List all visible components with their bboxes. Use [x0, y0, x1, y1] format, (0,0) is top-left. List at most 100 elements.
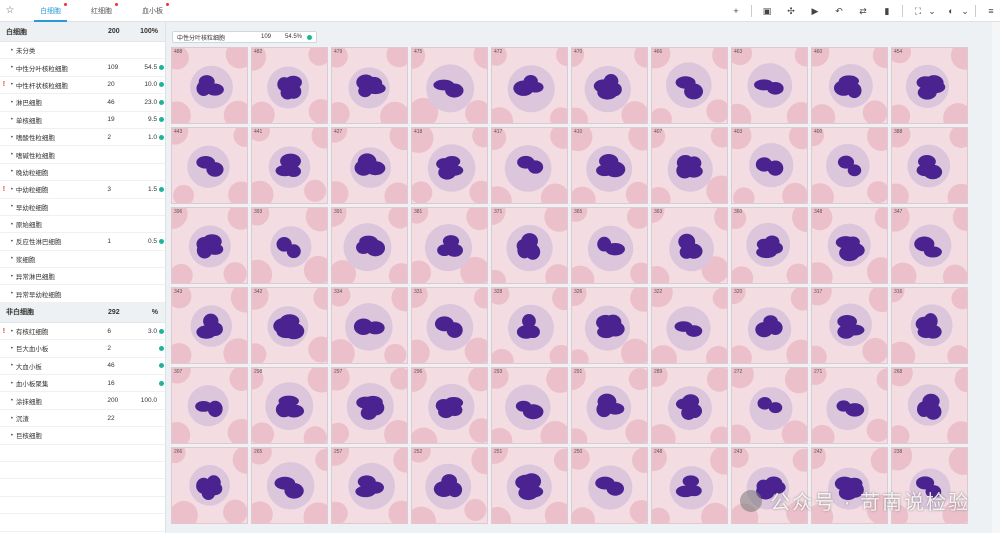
scrollbar[interactable]	[992, 22, 1000, 533]
category-row[interactable]: ! • 中幼粒细胞 3 1.5	[0, 181, 165, 199]
category-row[interactable]: • 中性分叶核粒细胞 109 54.5	[0, 59, 165, 77]
category-row[interactable]: • 异常淋巴细胞	[0, 268, 165, 286]
cell-thumbnail[interactable]: 296	[411, 367, 488, 444]
cell-thumbnail[interactable]: 400	[811, 127, 888, 204]
tab-1[interactable]: 红细胞	[83, 0, 120, 22]
category-row[interactable]: • 早幼粒细胞	[0, 199, 165, 216]
cell-thumbnail[interactable]: 322	[651, 287, 728, 364]
category-row[interactable]: • 嗜碱性粒细胞	[0, 146, 165, 164]
selected-category-chip[interactable]: 中性分叶核粒细胞 109 54.5%	[172, 31, 317, 43]
category-row[interactable]: • 原始细胞	[0, 216, 165, 234]
category-row[interactable]: • 浆细胞	[0, 251, 165, 269]
category-row[interactable]: • 晚幼粒细胞	[0, 164, 165, 182]
cell-thumbnail[interactable]: 417	[491, 127, 568, 204]
cell-thumbnail[interactable]: 265	[251, 447, 328, 524]
cell-thumbnail[interactable]: 266	[171, 447, 248, 524]
cell-thumbnail[interactable]: 441	[251, 127, 328, 204]
cell-thumbnail[interactable]: 460	[811, 47, 888, 124]
adjust-icon[interactable]: ✣	[782, 4, 800, 18]
cell-thumbnail[interactable]: 289	[651, 367, 728, 444]
cell-thumbnail[interactable]: 248	[651, 447, 728, 524]
cell-thumbnail[interactable]: 475	[411, 47, 488, 124]
cell-thumbnail[interactable]: 251	[491, 447, 568, 524]
cell-thumbnail[interactable]: 365	[571, 207, 648, 284]
cell-thumbnail[interactable]: 293	[491, 367, 568, 444]
category-row[interactable]: • 血小板聚集 16	[0, 375, 165, 393]
save-icon[interactable]: ▣	[758, 4, 776, 18]
cell-thumbnail[interactable]: 410	[571, 127, 648, 204]
cell-thumbnail[interactable]: 393	[251, 207, 328, 284]
cell-thumbnail[interactable]: 427	[331, 127, 408, 204]
cell-thumbnail[interactable]: 347	[891, 207, 968, 284]
cell-thumbnail[interactable]: 272	[731, 367, 808, 444]
category-row[interactable]: • 巨大血小板 2	[0, 340, 165, 358]
category-row[interactable]: • 沉渣 22	[0, 410, 165, 428]
cell-thumbnail[interactable]: 250	[571, 447, 648, 524]
cell-thumbnail[interactable]: 463	[731, 47, 808, 124]
cell-thumbnail[interactable]: 388	[891, 127, 968, 204]
category-row[interactable]: • 淋巴细胞 46 23.0	[0, 94, 165, 112]
fit-icon[interactable]: ⛶	[909, 4, 927, 18]
cell-thumbnail[interactable]: 326	[571, 287, 648, 364]
cell-thumbnail[interactable]: 334	[331, 287, 408, 364]
cell-thumbnail[interactable]: 257	[331, 447, 408, 524]
cell-thumbnail[interactable]: 488	[171, 47, 248, 124]
tab-0[interactable]: 白细胞	[32, 0, 69, 22]
cell-thumbnail[interactable]: 418	[411, 127, 488, 204]
cell-thumbnail[interactable]: 403	[731, 127, 808, 204]
cell-thumbnail[interactable]: 360	[731, 207, 808, 284]
cell-thumbnail[interactable]: 482	[251, 47, 328, 124]
cell-thumbnail[interactable]: 343	[171, 287, 248, 364]
category-row[interactable]: ! • 有核红细胞 6 3.0	[0, 323, 165, 341]
cell-thumbnail[interactable]: 348	[811, 207, 888, 284]
cell-thumbnail[interactable]: 443	[171, 127, 248, 204]
cell-thumbnail[interactable]: 320	[731, 287, 808, 364]
category-row[interactable]: • 单核细胞 19 9.5	[0, 112, 165, 129]
star-icon[interactable]: ☆	[2, 5, 18, 16]
cell-thumbnail[interactable]: 470	[571, 47, 648, 124]
category-row[interactable]: • 未分类	[0, 42, 165, 60]
cell-thumbnail[interactable]: 328	[491, 287, 568, 364]
cell-thumbnail[interactable]: 268	[891, 367, 968, 444]
cell-thumbnail[interactable]: 381	[411, 207, 488, 284]
undo-icon[interactable]: ↶	[830, 4, 848, 18]
cell-thumbnail[interactable]: 454	[891, 47, 968, 124]
cell-thumbnail[interactable]: 466	[651, 47, 728, 124]
cell-image	[492, 368, 567, 443]
plus-icon[interactable]: +	[727, 4, 745, 18]
category-row[interactable]: • 嗜酸性粒细胞 2 1.0	[0, 129, 165, 147]
category-row[interactable]: • 大血小板 46	[0, 358, 165, 376]
category-row[interactable]: ! • 中性杆状核粒细胞 20 10.0	[0, 77, 165, 95]
cell-thumbnail[interactable]: 396	[171, 207, 248, 284]
cell-thumbnail[interactable]: 297	[331, 367, 408, 444]
transfer-icon[interactable]: ⇄	[854, 4, 872, 18]
cell-thumbnail[interactable]: 331	[411, 287, 488, 364]
cell-thumbnail[interactable]: 298	[251, 367, 328, 444]
category-row[interactable]: • 涂抹细胞 200 100.0	[0, 392, 165, 410]
cell-thumbnail[interactable]: 342	[251, 287, 328, 364]
bookmark-icon[interactable]: ▮	[878, 4, 896, 18]
video-icon[interactable]: ▶	[806, 4, 824, 18]
menu-icon[interactable]: ≡	[982, 4, 1000, 18]
category-count: 2	[107, 133, 111, 141]
chevron-down-icon[interactable]: ⌄	[961, 4, 969, 18]
category-row[interactable]: • 反应性淋巴细胞 1 0.5	[0, 233, 165, 251]
cell-thumbnail[interactable]: 271	[811, 367, 888, 444]
status-dot-wrap	[157, 82, 165, 88]
cell-thumbnail[interactable]: 291	[571, 367, 648, 444]
cell-thumbnail[interactable]: 472	[491, 47, 568, 124]
cell-thumbnail[interactable]: 363	[651, 207, 728, 284]
cell-thumbnail[interactable]: 307	[171, 367, 248, 444]
tab-2[interactable]: 血小板	[134, 0, 171, 22]
palette-icon[interactable]: ◐	[942, 4, 960, 18]
chevron-down-icon[interactable]: ⌄	[928, 4, 936, 18]
cell-thumbnail[interactable]: 391	[331, 207, 408, 284]
cell-thumbnail[interactable]: 371	[491, 207, 568, 284]
cell-thumbnail[interactable]: 479	[331, 47, 408, 124]
cell-thumbnail[interactable]: 407	[651, 127, 728, 204]
cell-thumbnail[interactable]: 252	[411, 447, 488, 524]
cell-thumbnail[interactable]: 316	[891, 287, 968, 364]
category-row[interactable]: • 异常早幼粒细胞	[0, 285, 165, 303]
cell-thumbnail[interactable]: 317	[811, 287, 888, 364]
category-row[interactable]: • 巨核细胞	[0, 427, 165, 445]
